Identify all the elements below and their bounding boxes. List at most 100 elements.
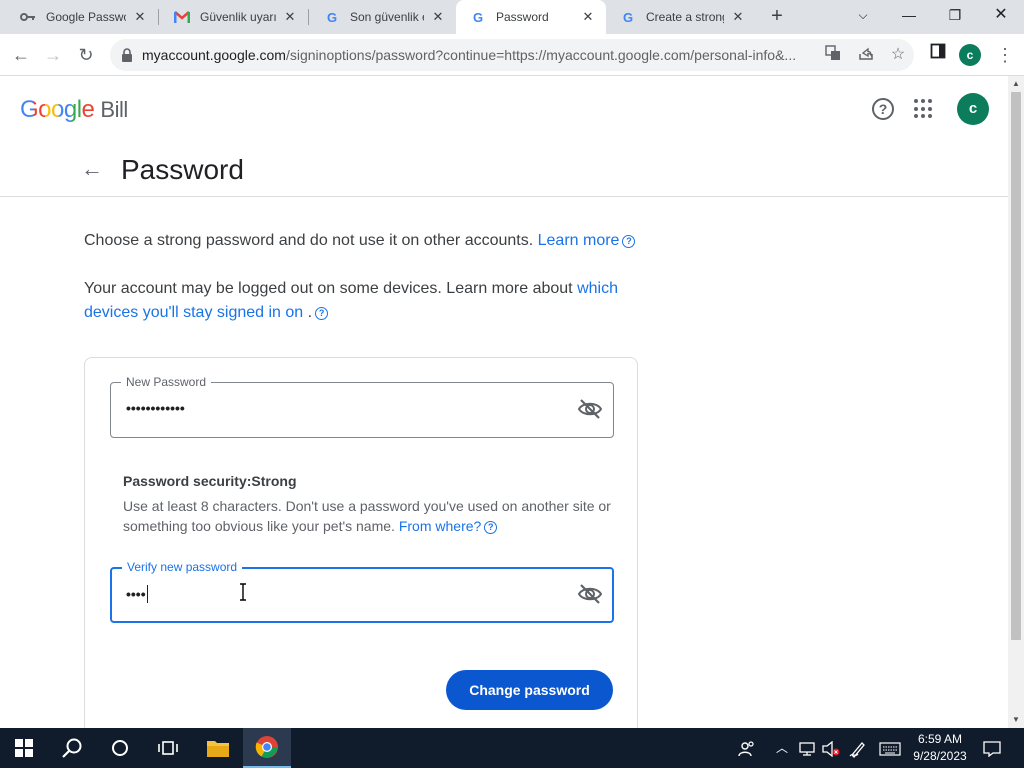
help-circle-icon[interactable]: ? — [484, 521, 498, 534]
logout-notice: Your account may be logged out on some d… — [84, 277, 654, 325]
tab-divider — [308, 9, 309, 25]
start-button[interactable] — [0, 728, 48, 768]
tab-title: Güvenlik uyarısı — [200, 10, 276, 24]
help-circle-icon[interactable]: ? — [622, 235, 636, 248]
chrome-icon — [255, 736, 278, 758]
scroll-up-arrow[interactable]: ▲ — [1008, 76, 1024, 92]
verify-password-value: •••• — [126, 585, 148, 603]
page-title: Password — [121, 154, 244, 185]
task-view-icon — [158, 741, 178, 755]
help-circle-icon[interactable]: ? — [315, 307, 329, 320]
logout-suffix: . — [307, 304, 313, 321]
touch-keyboard-icon[interactable] — [876, 728, 904, 768]
task-view-button[interactable] — [144, 728, 192, 768]
people-icon[interactable] — [736, 728, 758, 768]
verify-dots: •••• — [126, 586, 146, 602]
profile-avatar[interactable]: c — [959, 44, 981, 66]
key-icon — [20, 9, 36, 25]
lock-icon — [122, 48, 132, 62]
scroll-down-arrow[interactable]: ▼ — [1008, 712, 1024, 728]
scroll-thumb[interactable] — [1011, 92, 1021, 640]
apps-grid-icon[interactable] — [914, 99, 934, 119]
address-bar[interactable]: myaccount.google.com/signinoptions/passw… — [110, 39, 914, 71]
forward-button[interactable]: → — [40, 42, 66, 68]
close-window-button[interactable]: ✕ — [978, 0, 1024, 30]
password-form-card: New Password •••••••••••• Password secur… — [84, 357, 638, 728]
close-tab-icon[interactable]: ✕ — [430, 9, 446, 25]
bookmark-star-icon[interactable]: ☆ — [888, 45, 908, 65]
back-button[interactable]: ← — [8, 42, 34, 68]
text-caret — [146, 585, 148, 603]
page-scrollbar[interactable]: ▲ ▼ — [1008, 76, 1024, 728]
eye-off-icon[interactable] — [577, 397, 603, 421]
tab-strip: Google Password Manager ✕ Güvenlik uyarı… — [0, 0, 1024, 34]
volume-muted-icon[interactable] — [820, 728, 842, 768]
translate-icon[interactable] — [823, 45, 843, 65]
windows-logo-icon — [15, 739, 33, 757]
new-password-label: New Password — [121, 375, 212, 389]
tab-security-activity[interactable]: G Son güvenlik etkinliği ✕ — [310, 0, 456, 34]
learn-more-link[interactable]: Learn more — [538, 232, 620, 249]
verify-password-field[interactable]: Verify new password •••• — [110, 560, 614, 623]
notifications-icon[interactable] — [978, 728, 1006, 768]
system-clock[interactable]: 6:59 AM 9/28/2023 — [908, 731, 972, 765]
page-title-bar: ← Password — [0, 140, 1008, 197]
network-icon[interactable] — [796, 728, 818, 768]
close-tab-icon[interactable]: ✕ — [580, 9, 596, 25]
product-name: Bill — [100, 97, 128, 122]
password-strength-title: Password security:Strong — [123, 473, 297, 489]
back-arrow-icon[interactable]: ← — [80, 158, 104, 182]
menu-kebab-icon[interactable]: ⋮ — [993, 43, 1017, 67]
google-logo[interactable]: Google Bill — [20, 96, 128, 124]
account-header: Google Bill ? c — [0, 76, 1008, 140]
new-tab-button[interactable]: + — [766, 5, 788, 29]
google-icon: G — [326, 9, 338, 25]
search-button[interactable] — [48, 728, 96, 768]
strength-desc-text: Use at least 8 characters. Don't use a p… — [123, 498, 611, 534]
logo-wordmark: Google — [20, 96, 95, 123]
tab-search-button[interactable]: ⌵ — [840, 0, 886, 30]
url-text: myaccount.google.com/signinoptions/passw… — [142, 47, 812, 63]
tab-create-strong-password[interactable]: G Create a strong password ✕ — [606, 0, 756, 34]
restore-button[interactable]: ❐ — [932, 0, 978, 30]
from-where-link[interactable]: From where? — [399, 518, 481, 534]
text-cursor-icon — [240, 583, 246, 601]
tab-gmail[interactable]: Güvenlik uyarısı ✕ — [160, 0, 308, 34]
eye-off-icon[interactable] — [577, 582, 603, 606]
side-panel-icon[interactable] — [926, 43, 950, 67]
clock-time: 6:59 AM — [917, 732, 963, 746]
change-password-button[interactable]: Change password — [446, 670, 613, 710]
file-explorer-button[interactable] — [194, 728, 242, 768]
clock-date: 9/28/2023 — [913, 749, 967, 763]
close-tab-icon[interactable]: ✕ — [730, 9, 746, 25]
tab-divider — [158, 9, 159, 25]
intro-text: Choose a strong password and do not use … — [84, 229, 654, 253]
tab-title: Create a strong password — [646, 10, 724, 24]
pen-workspace-icon[interactable] — [846, 728, 870, 768]
cortana-circle-icon — [112, 740, 128, 756]
windows-taskbar: ︿ 6:59 AM 9/28/2023 — [0, 728, 1024, 768]
intro-sentence: Choose a strong password and do not use … — [84, 232, 534, 249]
chrome-taskbar-button[interactable] — [243, 728, 291, 768]
share-icon[interactable] — [856, 45, 876, 65]
browser-toolbar: ← → ↻ myaccount.google.com/signinoptions… — [0, 34, 1024, 76]
minimize-button[interactable]: — — [886, 0, 932, 30]
reload-button[interactable]: ↻ — [73, 42, 99, 68]
url-host: myaccount.google.com — [142, 47, 286, 63]
logout-sentence: Your account may be logged out on some d… — [84, 280, 573, 297]
tab-password-active[interactable]: G Password ✕ — [456, 0, 606, 34]
page-content: Google Bill ? c ← Password Choose a stron… — [0, 76, 1008, 728]
google-icon: G — [472, 9, 484, 25]
tray-chevron-up-icon[interactable]: ︿ — [772, 728, 792, 768]
close-tab-icon[interactable]: ✕ — [282, 9, 298, 25]
close-tab-icon[interactable]: ✕ — [132, 9, 148, 25]
account-avatar[interactable]: c — [957, 93, 989, 125]
tab-title: Password — [496, 10, 549, 24]
cortana-button[interactable] — [96, 728, 144, 768]
google-icon: G — [622, 9, 634, 25]
gmail-icon — [174, 9, 190, 25]
help-icon[interactable]: ? — [872, 98, 894, 120]
folder-icon — [207, 741, 229, 757]
new-password-field[interactable]: New Password •••••••••••• — [110, 375, 614, 438]
tab-password-manager[interactable]: Google Password Manager ✕ — [6, 0, 158, 34]
